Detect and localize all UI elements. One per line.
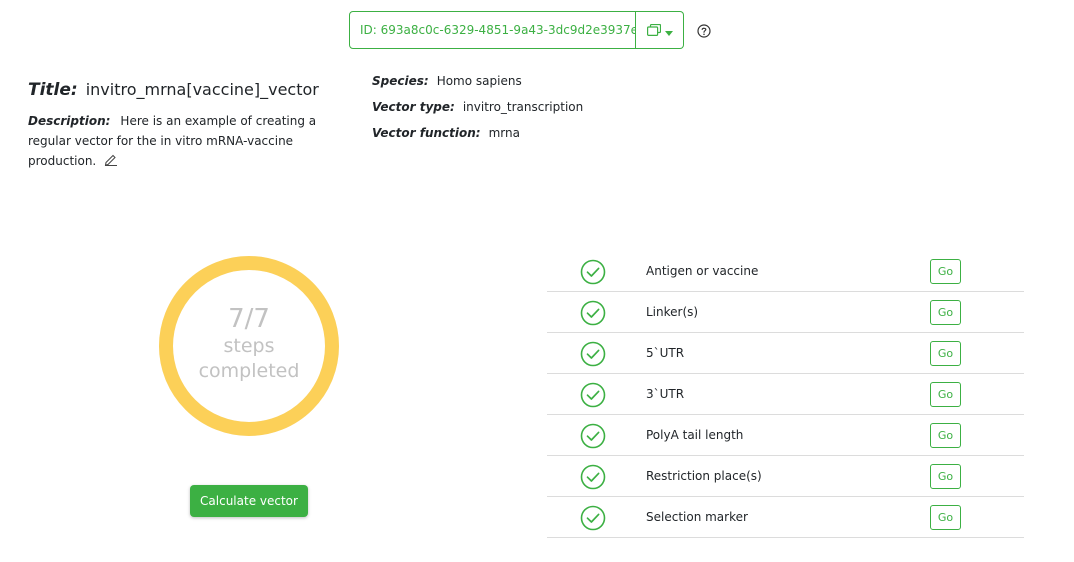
calculate-vector-button[interactable]: Calculate vector [190,485,308,517]
step-go-button[interactable]: Go [930,341,961,366]
step-go-button[interactable]: Go [930,300,961,325]
description-label: Description: [28,114,111,128]
vector-title: Title: invitro_mrna[vaccine]_vector [28,80,319,100]
step-go-button[interactable]: Go [930,423,961,448]
progress-ring-text: 7/7 steps completed [158,255,340,437]
check-circle-icon [580,300,606,326]
vector-type-label: Vector type: [372,100,455,114]
copy-icon [646,21,661,40]
step-go-button[interactable]: Go [930,259,961,284]
title-label: Title: [28,80,78,100]
vector-properties: Species: Homo sapiens Vector type: invitro… [372,72,583,150]
steps-list: Antigen or vaccine Go Linker(s) Go 5`UTR… [547,251,1024,538]
step-row: 3`UTR Go [547,374,1024,415]
step-row: PolyA tail length Go [547,415,1024,456]
check-circle-icon [580,382,606,408]
species-row: Species: Homo sapiens [372,72,583,98]
vector-function-row: Vector function: mrna [372,124,583,150]
species-label: Species: [372,74,429,88]
species-value: Homo sapiens [436,74,522,88]
step-label: PolyA tail length [646,428,744,442]
page: ID: 693a8c0c-6329-4851-9a43-3dc9d2e3937e… [0,0,1074,562]
step-go-button[interactable]: Go [930,505,961,530]
step-label: 3`UTR [646,387,685,401]
vector-id-field[interactable]: ID: 693a8c0c-6329-4851-9a43-3dc9d2e3937e [349,11,636,49]
step-label: Antigen or vaccine [646,264,759,278]
title-value: invitro_mrna[vaccine]_vector [85,80,319,99]
step-label: Linker(s) [646,305,699,319]
copy-id-button[interactable] [636,11,684,49]
progress-count: 7/7 [228,304,270,334]
vector-id-group: ID: 693a8c0c-6329-4851-9a43-3dc9d2e3937e [349,11,684,49]
check-circle-icon [580,464,606,490]
progress-ring: 7/7 steps completed [158,255,340,437]
check-circle-icon [580,423,606,449]
step-go-button[interactable]: Go [930,464,961,489]
step-row: Linker(s) Go [547,292,1024,333]
step-label: 5`UTR [646,346,685,360]
check-circle-icon [580,341,606,367]
step-row: 5`UTR Go [547,333,1024,374]
caret-down-icon [664,21,673,40]
vector-description: Description: Here is an example of creati… [28,111,318,172]
help-icon[interactable] [697,23,711,38]
vector-function-value: mrna [488,126,520,140]
step-label: Selection marker [646,510,748,524]
vector-function-label: Vector function: [372,126,481,140]
step-row: Selection marker Go [547,497,1024,538]
step-row: Antigen or vaccine Go [547,251,1024,292]
step-row: Restriction place(s) Go [547,456,1024,497]
progress-label-line2: completed [198,360,300,382]
check-circle-icon [580,505,606,531]
step-go-button[interactable]: Go [930,382,961,407]
vector-type-value: invitro_transcription [462,100,584,114]
step-label: Restriction place(s) [646,469,762,483]
progress-label-line1: steps [223,335,275,357]
edit-pencil-icon[interactable] [104,152,118,172]
check-circle-icon [580,259,606,285]
vector-type-row: Vector type: invitro_transcription [372,98,583,124]
